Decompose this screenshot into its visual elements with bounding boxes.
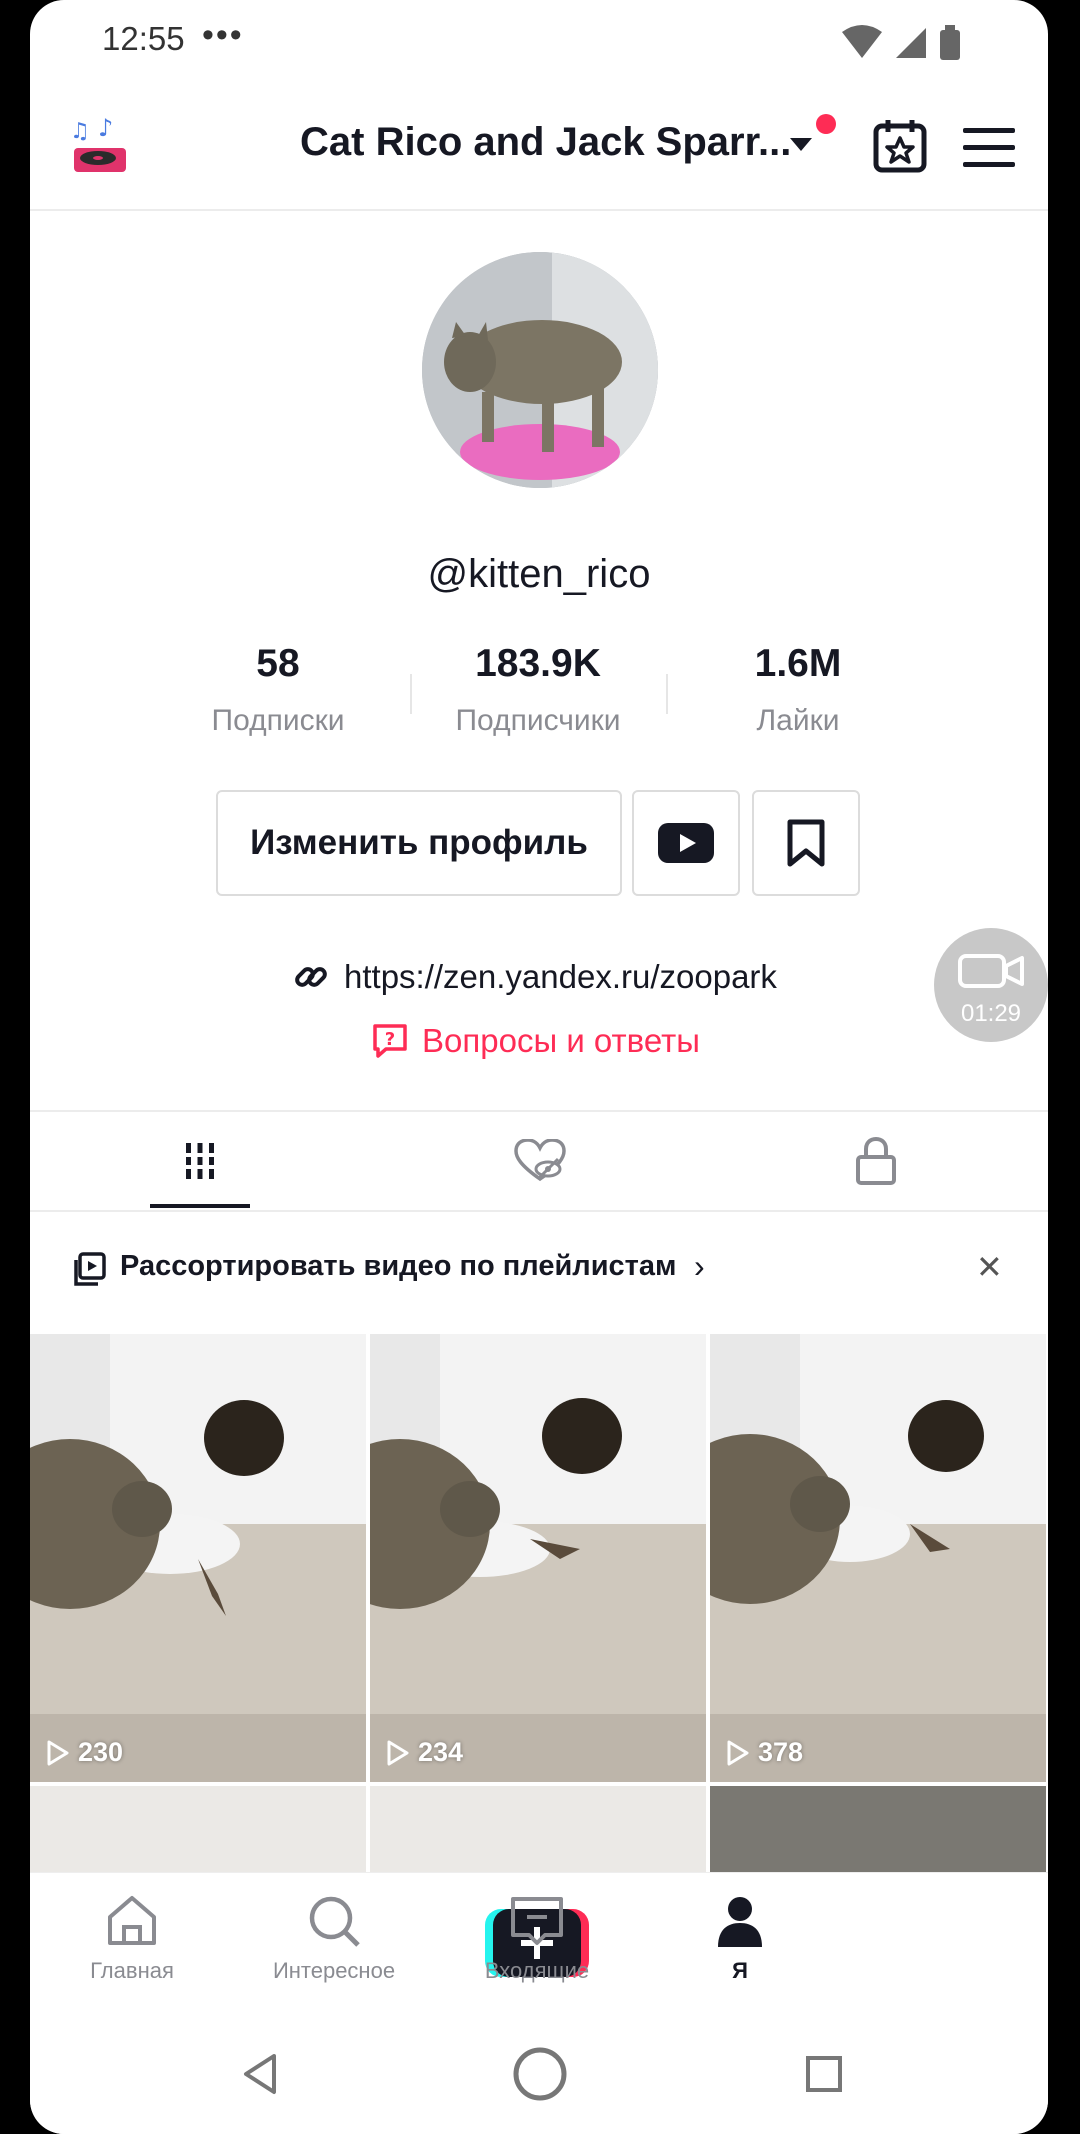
view-count-value: 378 [758,1737,804,1767]
status-bar: 12:55 ••• [30,0,1048,84]
video-grid: 230 234 378 [30,1334,1048,1874]
bio-link-text: https://zen.yandex.ru/zoopark [344,958,777,995]
view-count: 378 [726,1737,803,1768]
avatar-cat-image [422,252,658,488]
liked-hidden-icon [514,1139,566,1182]
play-icon [47,1740,69,1765]
nav-profile[interactable]: Я [660,1895,820,1984]
youtube-icon [658,823,714,863]
youtube-button[interactable] [632,790,740,896]
home-circle-icon[interactable] [512,2046,568,2102]
grid-icon [180,1143,220,1179]
profile-header: ♫ ♪ Cat Rico and Jack Sparr... [30,84,1048,211]
nav-label: Интересное [272,1958,396,1983]
account-switcher-title[interactable]: Cat Rico and Jack Sparr... [300,120,791,165]
nav-label: Главная [90,1958,174,1983]
svg-text:♫: ♫ [70,119,90,144]
close-icon[interactable]: ✕ [976,1248,1003,1286]
recents-icon[interactable] [804,2054,844,2094]
inbox-icon [511,1897,563,1945]
profile-tabs [30,1112,1048,1212]
video-thumbnail[interactable]: 234 [370,1334,706,1782]
play-icon [387,1740,409,1765]
calendar-star-icon[interactable] [870,116,930,176]
menu-icon[interactable] [963,128,1015,168]
video-preview-image [370,1334,706,1782]
nav-label: Я [732,1958,748,1983]
video-preview-image [30,1334,366,1782]
stat-value: 183.9K [475,642,601,685]
music-turntable-icon[interactable]: ♫ ♪ [68,114,134,180]
back-icon[interactable] [240,2052,280,2096]
edit-profile-button[interactable]: Изменить профиль [216,790,622,896]
lock-icon [856,1137,896,1185]
video-thumbnail[interactable]: 230 [30,1334,366,1782]
video-thumbnail[interactable] [30,1786,366,1874]
stat-label: Лайки [756,704,840,737]
view-count-value: 230 [78,1737,124,1767]
link-icon [295,967,327,987]
favorites-button[interactable] [752,790,860,896]
tab-videos[interactable] [125,1112,275,1210]
playlist-banner[interactable]: Рассортировать видео по плейлистам › ✕ [30,1212,1048,1322]
playlist-banner-text: Рассортировать видео по плейлистам [120,1250,677,1282]
bottom-navigation: Главная Интересное Входящие Я [30,1872,1048,2013]
status-time: 12:55 [102,20,185,57]
system-navigation-bar [30,2012,1048,2134]
tab-active-indicator [150,1204,250,1208]
avatar[interactable] [422,252,658,488]
chevron-right-icon: › [694,1248,705,1284]
username: @kitten_rico [427,552,651,596]
stat-label: Подписки [211,704,345,737]
stat-value: 58 [256,642,300,685]
nav-label: Входящие [484,1958,590,1983]
phone-screen: 12:55 ••• ♫ ♪ Cat Rico and Jack Sparr... [30,0,1048,2134]
video-preview-image [710,1334,1046,1782]
recorder-time: 01:29 [960,1000,1022,1027]
svg-text:♪: ♪ [98,114,113,142]
divider [410,674,412,714]
chevron-down-icon[interactable] [790,138,812,151]
playlist-icon [74,1252,106,1286]
profile-stats: 58 Подписки 183.9K Подписчики 1.6M Лайки [30,642,1048,742]
status-more-icon: ••• [202,16,244,54]
view-count: 234 [386,1737,463,1768]
video-thumbnail[interactable]: 378 [710,1334,1046,1782]
nav-home[interactable]: Главная [52,1895,212,1984]
stat-likes[interactable]: 1.6M Лайки [688,642,908,738]
system-status-icons [842,25,960,60]
qa-link[interactable]: ? Вопросы и ответы [372,1018,700,1064]
profile-icon [718,1897,762,1947]
question-chat-icon: ? [373,1024,407,1058]
home-icon [108,1896,156,1945]
view-count: 230 [46,1737,123,1768]
tab-private[interactable] [801,1112,951,1210]
screen-recorder-bubble[interactable]: 01:29 [934,928,1048,1042]
stat-following[interactable]: 58 Подписки [168,642,388,738]
notification-dot [816,114,836,134]
qa-label: Вопросы и ответы [422,1022,700,1059]
video-thumbnail[interactable] [710,1786,1046,1874]
stat-followers[interactable]: 183.9K Подписчики [428,642,648,738]
divider [666,674,668,714]
play-icon [727,1740,749,1765]
stat-label: Подписчики [455,704,621,737]
nav-discover[interactable]: Интересное [254,1895,414,1984]
video-thumbnail[interactable] [370,1786,706,1874]
bookmark-icon [787,819,825,867]
search-icon [309,1896,360,1947]
stat-value: 1.6M [754,642,842,685]
tab-liked[interactable] [465,1112,615,1210]
view-count-value: 234 [418,1737,464,1767]
nav-inbox[interactable]: Входящие [457,1895,617,1984]
bio-link[interactable]: https://zen.yandex.ru/zoopark [294,955,777,999]
video-record-icon [958,954,1024,988]
svg-text:?: ? [385,1029,395,1050]
